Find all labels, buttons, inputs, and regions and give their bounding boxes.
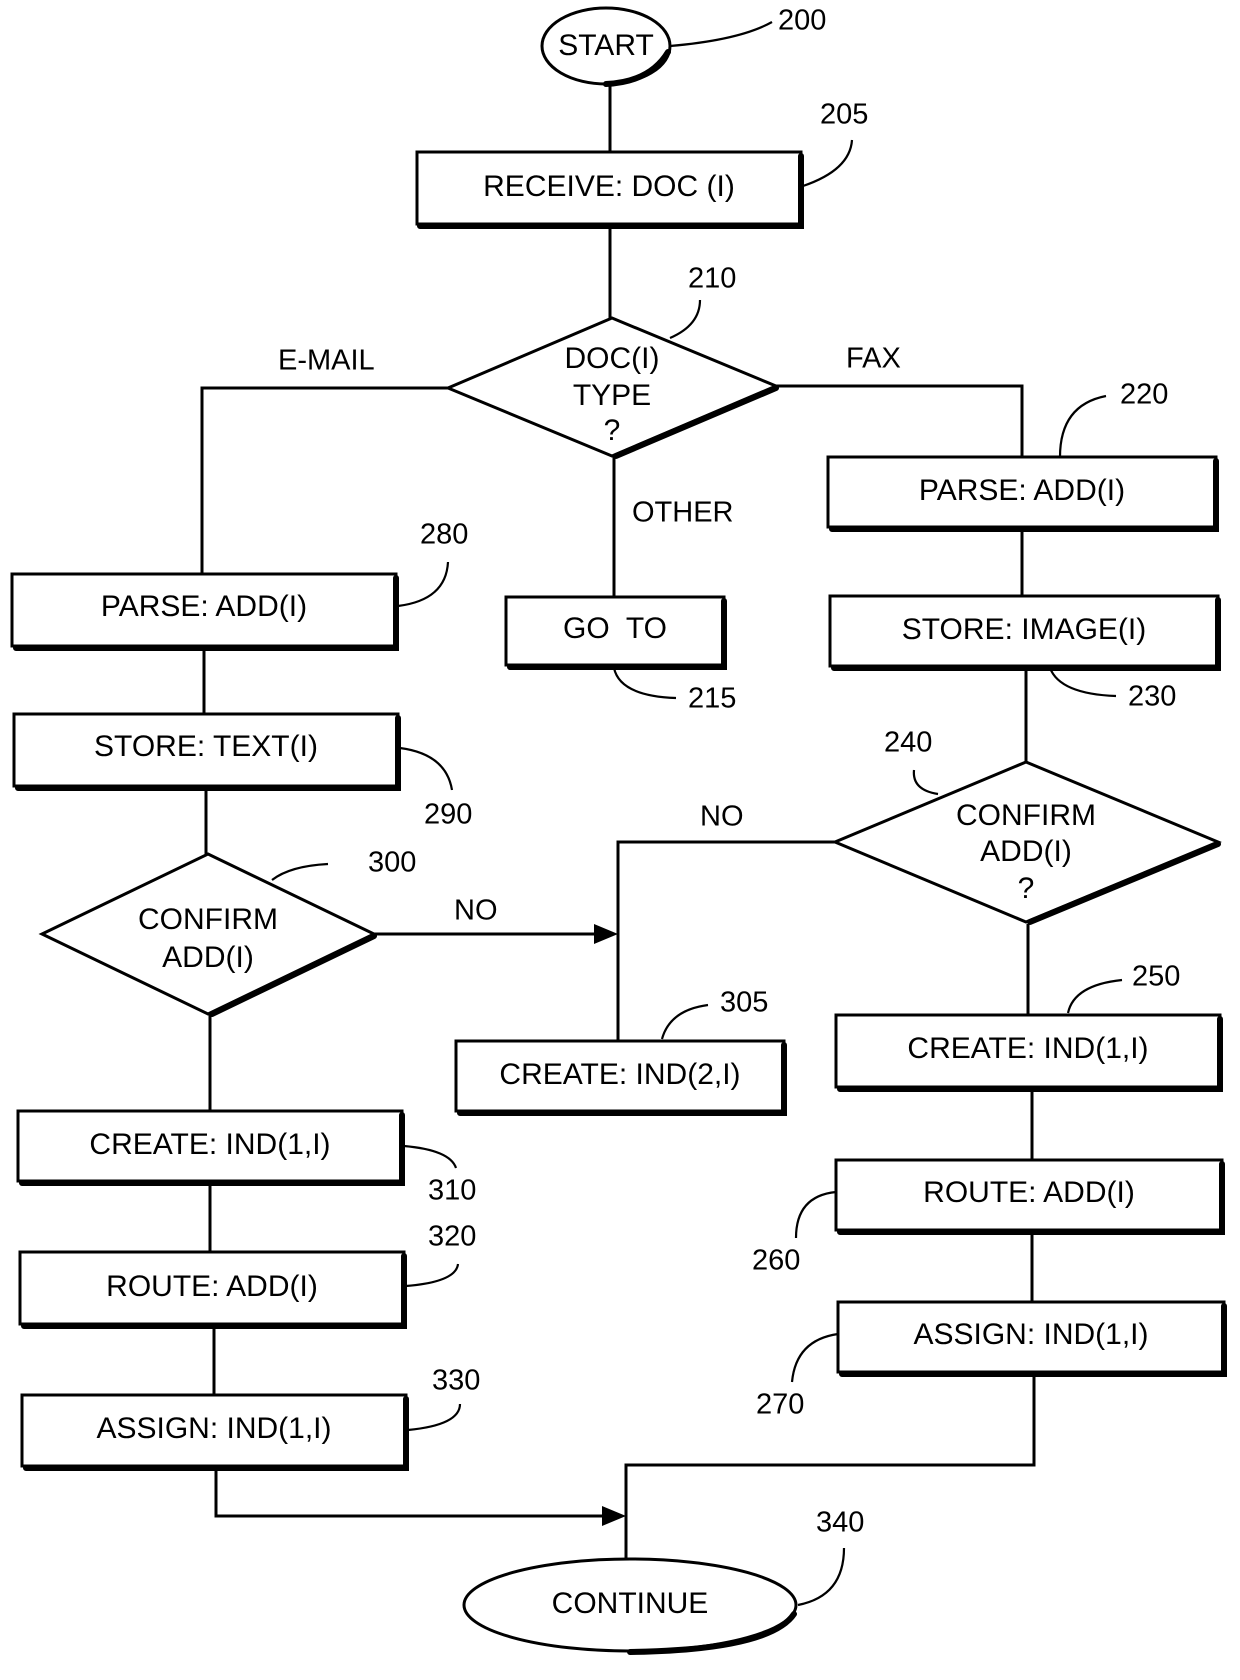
- leader-line: [669, 21, 773, 48]
- node-label: ADD(I): [162, 941, 254, 974]
- node-label: CONFIRM: [956, 799, 1096, 832]
- ref-numeral: 290: [424, 799, 472, 831]
- leader-line: [797, 1547, 846, 1607]
- ref-numeral: 220: [1120, 379, 1168, 411]
- ref-numeral: 270: [756, 1389, 804, 1421]
- node-label: CREATE: IND(1,I): [89, 1128, 330, 1161]
- edge-210-280-email: [200, 386, 448, 576]
- node-label: PARSE: ADD(I): [919, 474, 1125, 507]
- ref-numeral: 340: [816, 1507, 864, 1539]
- arrowhead-icon: [602, 1506, 626, 1526]
- node-label: CREATE: IND(2,I): [499, 1058, 740, 1091]
- node-310-process: CREATE: IND(1,I): [16, 1109, 405, 1186]
- ref-numeral: 260: [752, 1245, 800, 1277]
- node-290-process: STORE: TEXT(I): [12, 712, 401, 791]
- node-label: STORE: TEXT(I): [94, 730, 318, 763]
- ref-numeral: 320: [428, 1221, 476, 1253]
- node-230-process: STORE: IMAGE(I): [828, 594, 1221, 671]
- ref-numeral: 310: [428, 1175, 476, 1207]
- ref-numeral: 240: [884, 727, 932, 759]
- ref-numeral: 330: [432, 1365, 480, 1397]
- edge-210-220-fax: [776, 384, 1024, 457]
- node-240-decision: CONFIRM ADD(I) ?: [831, 760, 1222, 925]
- leader-line: [802, 139, 854, 188]
- node-300-decision: CONFIRM ADD(I): [38, 852, 378, 1017]
- ref-numeral: 280: [420, 519, 468, 551]
- leader-line: [794, 1190, 837, 1239]
- arrowhead-icon: [594, 924, 618, 944]
- branch-label-fax: FAX: [846, 343, 901, 375]
- node-label: CONTINUE: [552, 1587, 709, 1620]
- node-label: CONFIRM: [138, 903, 278, 936]
- leader-line: [790, 1332, 839, 1383]
- ref-numeral: 300: [368, 847, 416, 879]
- node-label: START: [558, 29, 654, 62]
- ref-numeral: 305: [720, 987, 768, 1019]
- node-220-process: PARSE: ADD(I): [826, 455, 1219, 532]
- leader-line: [1058, 394, 1107, 458]
- node-label: CREATE: IND(1,I): [907, 1032, 1148, 1065]
- leader-line: [399, 746, 454, 791]
- leader-line: [397, 561, 450, 608]
- node-340-continue: CONTINUE: [462, 1557, 798, 1655]
- leader-line: [912, 769, 939, 796]
- node-label: ASSIGN: IND(1,I): [96, 1412, 331, 1445]
- node-270-process: ASSIGN: IND(1,I): [836, 1300, 1227, 1377]
- leader-line: [612, 667, 677, 700]
- node-label: STORE: IMAGE(I): [902, 613, 1146, 646]
- leader-line: [1048, 667, 1117, 698]
- branch-label-no-240: NO: [700, 801, 744, 833]
- node-210-decision: DOC(I) TYPE ?: [444, 316, 780, 459]
- node-label: ROUTE: ADD(I): [923, 1176, 1135, 1209]
- node-260-process: ROUTE: ADD(I): [834, 1158, 1225, 1235]
- ref-numeral: 215: [688, 683, 736, 715]
- leader-line: [403, 1144, 458, 1169]
- node-label: TYPE: [573, 379, 651, 412]
- node-330-process: ASSIGN: IND(1,I): [20, 1393, 409, 1471]
- node-280-process: PARSE: ADD(I): [10, 572, 399, 651]
- node-label: DOC(I): [565, 342, 660, 375]
- node-205-process: RECEIVE: DOC (I): [415, 150, 804, 229]
- leader-line: [660, 1003, 709, 1040]
- leader-line: [405, 1263, 460, 1288]
- branch-label-no-300: NO: [454, 895, 498, 927]
- node-label: ?: [1018, 872, 1035, 905]
- edge-330-340: [214, 1468, 608, 1518]
- node-label: PARSE: ADD(I): [101, 590, 307, 623]
- node-215-process: GO TO: [504, 595, 727, 670]
- node-label: ?: [604, 414, 621, 447]
- leader-line: [1066, 978, 1123, 1014]
- ref-numeral: 210: [688, 263, 736, 295]
- node-label: ADD(I): [980, 835, 1072, 868]
- node-label: ASSIGN: IND(1,I): [913, 1318, 1148, 1351]
- ref-numeral: 205: [820, 99, 868, 131]
- node-label: RECEIVE: DOC (I): [483, 170, 735, 203]
- branch-label-other: OTHER: [632, 497, 734, 529]
- leader-line: [271, 862, 329, 881]
- leader-line: [669, 299, 702, 340]
- node-320-process: ROUTE: ADD(I): [18, 1250, 407, 1329]
- flowchart-canvas: START RECEIVE: DOC (I) DOC(I) TYPE ? GO …: [10, 5, 1227, 1655]
- ref-numeral: 250: [1132, 961, 1180, 993]
- ref-numeral: 200: [778, 5, 826, 37]
- node-label: GO TO: [563, 612, 667, 645]
- node-200-start: START: [540, 6, 672, 87]
- ref-numeral: 230: [1128, 681, 1176, 713]
- node-305-process: CREATE: IND(2,I): [454, 1039, 787, 1116]
- leader-line: [407, 1403, 462, 1432]
- node-250-process: CREATE: IND(1,I): [834, 1013, 1223, 1092]
- node-label: ROUTE: ADD(I): [106, 1270, 318, 1303]
- branch-label-email: E-MAIL: [278, 345, 375, 377]
